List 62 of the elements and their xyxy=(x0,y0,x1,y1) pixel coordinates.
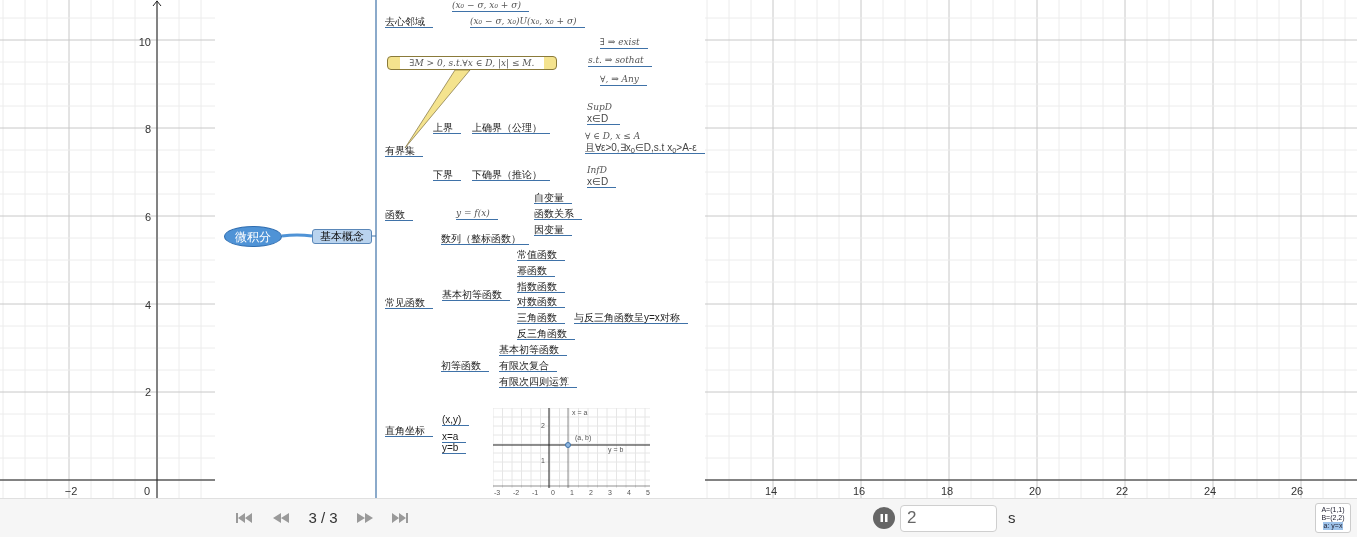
x-axis-label: 24 xyxy=(1203,484,1217,498)
topic-node: 有界集 xyxy=(385,145,423,157)
interval-field[interactable]: 2 xyxy=(900,504,997,532)
topic-node: (x,y) xyxy=(442,414,470,426)
origin-label: 0 xyxy=(144,484,151,498)
y-axis-label: 6 xyxy=(144,211,151,223)
pause-icon xyxy=(879,513,889,523)
formula-node: InfD x∈D xyxy=(587,165,617,188)
y-axis-label: 10 xyxy=(138,36,151,48)
formula-node: ∃ ⇒ exist xyxy=(600,37,648,49)
formula-node: s.t. ⇒ sothat xyxy=(588,55,652,67)
topic-node: 基本初等函数 xyxy=(442,289,510,301)
skip-last-icon xyxy=(392,513,410,523)
topic-node: y=b xyxy=(442,442,467,454)
formula-node: ∀ ∈ D, x ≤ A 且∀ε>0,∃x$_{0}$∈D,s.t x$_{0}$>A-ε xyxy=(585,131,705,154)
topic-node: 与反三角函数呈y=x对称 xyxy=(574,312,688,324)
y-axis-label: 2 xyxy=(144,386,151,398)
topic-node: 幂函数 xyxy=(517,265,555,277)
topic-node: 指数函数 xyxy=(517,281,565,293)
x-axis-label: −2 xyxy=(64,484,78,498)
formula-node: ∀, ⇒ Any xyxy=(600,74,647,86)
x-axis-label: 18 xyxy=(940,484,954,498)
topic-node: 下界 xyxy=(433,169,461,181)
y-axis-label: 8 xyxy=(144,123,151,135)
x-axis-label: 20 xyxy=(1028,484,1042,498)
formula-node: (x₀ − σ, x₀ + σ) xyxy=(452,0,529,12)
topic-node: 去心邻域 xyxy=(385,16,433,28)
formula-node: SupD x∈D xyxy=(587,102,620,125)
topic-node: 数列（整标函数） xyxy=(441,233,529,245)
topic-node: 因变量 xyxy=(534,224,572,236)
fast-forward-icon xyxy=(357,513,373,523)
central-node: 基本概念 xyxy=(312,229,372,244)
topic-node: 基本初等函数 xyxy=(499,344,567,356)
topic-node: 有限次复合 xyxy=(499,360,557,372)
rewind-icon xyxy=(273,513,289,523)
topic-node: 三角函数 xyxy=(517,312,565,324)
unit-label: s xyxy=(1008,507,1016,528)
step-counter: 3 / 3 xyxy=(307,507,339,528)
topic-node: x=a xyxy=(442,431,467,443)
pause-button[interactable] xyxy=(873,507,895,529)
topic-node: 初等函数 xyxy=(441,360,489,372)
x-axis-label: 22 xyxy=(1115,484,1129,498)
topic-node: 常值函数 xyxy=(517,249,565,261)
y-axis-label: 4 xyxy=(144,299,151,311)
topic-node: 上确界（公理） xyxy=(472,122,550,134)
formula-text: ∃M > 0, s.t.∀x ∈ D, |x| ≤ M. xyxy=(399,57,545,69)
topic-node: 对数函数 xyxy=(517,296,565,308)
x-axis-label: 14 xyxy=(764,484,778,498)
topic-node: 自变量 xyxy=(534,192,572,204)
skip-first-icon xyxy=(236,513,254,523)
topic-node: 有限次四则运算 xyxy=(499,376,577,388)
x-axis-label: 16 xyxy=(852,484,866,498)
topic-node: 函数 xyxy=(385,209,413,221)
formula-node: y = f(x) xyxy=(456,208,498,220)
topic-node: 直角坐标 xyxy=(385,425,433,437)
topic-node: 常见函数 xyxy=(385,297,433,309)
topic-node: 反三角函数 xyxy=(517,328,575,340)
topic-node: 上界 xyxy=(433,122,461,134)
topic-node: 函数关系 xyxy=(534,208,582,220)
formula-node: (x₀ − σ, x₀)U(x₀, x₀ + σ) xyxy=(470,16,585,28)
x-axis-label: 26 xyxy=(1290,484,1304,498)
topic-node: 下确界（推论） xyxy=(472,169,550,181)
